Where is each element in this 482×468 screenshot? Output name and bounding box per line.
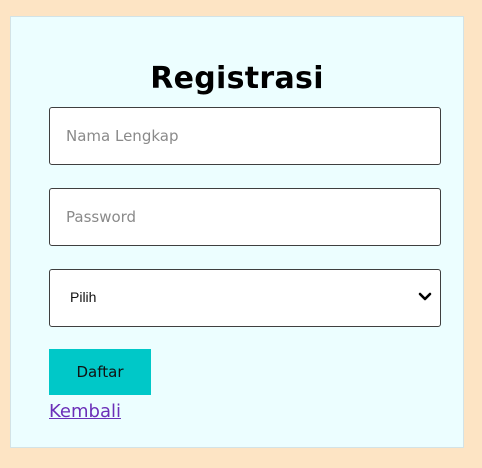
role-select-value: Pilih — [70, 289, 97, 305]
back-link[interactable]: Kembali — [49, 401, 121, 422]
registration-card: Registrasi Pilih Daftar Kembali — [10, 16, 464, 448]
register-button[interactable]: Daftar — [49, 349, 151, 395]
chevron-down-icon — [418, 292, 432, 301]
role-select[interactable]: Pilih — [49, 269, 441, 327]
password-input[interactable] — [49, 188, 441, 246]
full-name-input[interactable] — [49, 107, 441, 165]
page-title: Registrasi — [150, 61, 324, 96]
